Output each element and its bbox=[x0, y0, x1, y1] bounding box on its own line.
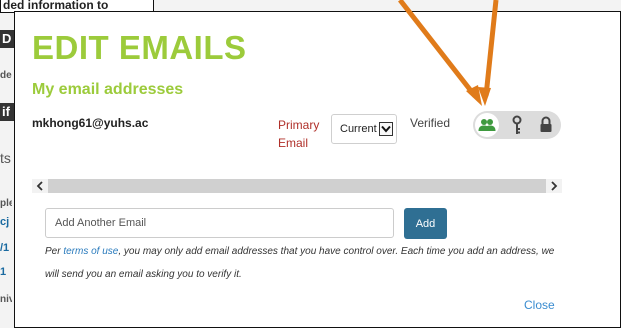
email-action-icons bbox=[473, 111, 561, 139]
verified-label: Verified bbox=[410, 116, 451, 130]
background-fragment: cj bbox=[0, 216, 10, 228]
background-fragment: /1 bbox=[0, 242, 10, 254]
notice-prefix: Per bbox=[45, 246, 64, 257]
background-fragment: de bbox=[0, 70, 12, 81]
email-status-select[interactable]: Current bbox=[331, 114, 397, 144]
email-type-label: Primary Email bbox=[278, 118, 320, 150]
background-fragment: 1 bbox=[0, 266, 7, 278]
background-fragment: ts bbox=[0, 150, 11, 166]
notice-suffix: , you may only add email addresses that … bbox=[45, 246, 555, 280]
lock-icon[interactable] bbox=[539, 116, 553, 138]
chevron-down-icon[interactable] bbox=[378, 122, 393, 136]
email-address: mkhong61@yuhs.ac bbox=[32, 116, 149, 130]
close-link[interactable]: Close bbox=[524, 298, 555, 312]
modal-title: EDIT EMAILS bbox=[32, 29, 247, 66]
add-email-button[interactable]: Add bbox=[404, 208, 447, 239]
edit-emails-modal: EDIT EMAILS My email addresses mkhong61@… bbox=[14, 11, 621, 328]
terms-notice: Per terms of use, you may only add email… bbox=[45, 240, 555, 286]
background-fragment: niv bbox=[0, 294, 12, 305]
scroll-left-arrow[interactable] bbox=[32, 179, 48, 193]
add-email-input[interactable] bbox=[45, 208, 394, 238]
scrollbar-thumb[interactable] bbox=[48, 179, 546, 193]
background-fragment: ple bbox=[0, 198, 12, 209]
email-status-value: Current bbox=[340, 123, 377, 135]
scroll-right-arrow[interactable] bbox=[546, 179, 562, 193]
terms-of-use-link[interactable]: terms of use bbox=[63, 246, 118, 257]
horizontal-scrollbar[interactable] bbox=[32, 179, 562, 193]
modal-subtitle: My email addresses bbox=[32, 81, 184, 98]
key-icon[interactable] bbox=[511, 115, 523, 140]
people-icon[interactable] bbox=[475, 113, 499, 137]
